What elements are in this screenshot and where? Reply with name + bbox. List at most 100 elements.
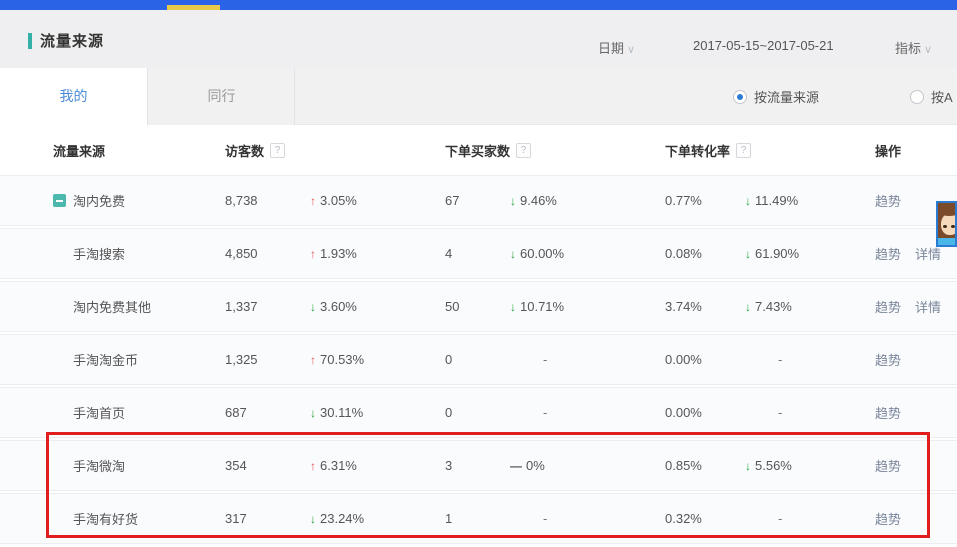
help-icon[interactable]: ? [516,143,531,158]
chevron-down-icon: ∨ [924,44,932,56]
visitors-change: ↑ 1.93% [310,246,445,261]
table-row[interactable]: 淘内免费其他 1,337 ↓3.60% 50 ↓10.71% 3.74% ↓7.… [0,281,957,332]
trend-link[interactable]: 趋势 [875,403,901,422]
source-name: 淘内免费 [73,191,125,210]
table-row[interactable]: 手淘有好货 317 ↓23.24% 1 - 0.32% - 趋势 [0,493,957,544]
arrow-down-icon: ↓ [745,459,751,473]
col-header-actions: 操作 [875,141,957,160]
trend-link[interactable]: 趋势 [875,509,901,528]
conversion-change: - [745,511,875,526]
customer-service-avatar[interactable] [936,201,957,247]
trend-link[interactable]: 趋势 [875,456,901,475]
visitors-value: 317 [225,511,310,526]
actions-cell: 趋势详情 [875,297,957,316]
view-mode-radio-group: 按流量来源 按A [0,68,957,125]
arrow-down-icon: ↓ [510,300,516,314]
conversion-change: ↓ 11.49% [745,193,875,208]
table-body: 淘内免费 8,738 ↑3.05% 67 ↓9.46% 0.77% ↓11.49… [0,175,957,544]
change-value: 3.05% [320,193,357,208]
source-name: 手淘微淘 [73,456,125,475]
trend-link[interactable]: 趋势 [875,244,901,263]
top-nav-bar [0,0,957,10]
actions-cell: 趋势 [875,456,957,475]
help-icon[interactable]: ? [270,143,285,158]
table-row[interactable]: 手淘淘金币 1,325 ↑70.53% 0 - 0.00% - 趋势 [0,334,957,385]
collapse-toggle-icon[interactable] [53,194,66,207]
buyers-change: ↓60.00% [510,246,665,261]
tab-bar: 我的 同行 按流量来源 按A [0,68,957,125]
visitors-value: 687 [225,405,310,420]
conversion-value: 0.32% [665,511,745,526]
help-icon[interactable]: ? [736,143,751,158]
trend-link[interactable]: 趋势 [875,191,901,210]
source-name: 淘内免费其他 [73,297,151,316]
arrow-down-icon: ↓ [745,247,751,261]
conversion-change: ↓ 61.90% [745,246,875,261]
source-name-cell: 手淘有好货 [0,509,225,528]
arrow-down-icon: ↓ [310,512,316,526]
conversion-value: 3.74% [665,299,745,314]
visitors-change: ↑70.53% [310,352,445,367]
detail-link[interactable]: 详情 [915,297,941,316]
conversion-value: 0.00% [665,352,745,367]
change-value: 11.49% [755,193,798,208]
table-row[interactable]: 手淘微淘 354 ↑6.31% 3 —0% 0.85% ↓5.56% 趋势 [0,440,957,491]
page-title: 流量来源 [40,30,104,51]
source-name-cell: 手淘首页 [0,403,225,422]
source-name-cell: 淘内免费 [0,191,225,210]
trend-link[interactable]: 趋势 [875,350,901,369]
arrow-up-icon: ↑ [310,459,316,473]
buyers-change: ↓9.46% [510,193,665,208]
conversion-change: - [745,405,875,420]
table-row[interactable]: 手淘首页 687 ↓30.11% 0 - 0.00% - 趋势 [0,387,957,438]
flat-dash-icon: — [510,459,522,473]
source-name: 手淘首页 [73,403,125,422]
buyers-change: - [510,511,665,526]
conversion-change: ↓7.43% [745,299,875,314]
conversion-change: ↓ 5.56% [745,458,875,473]
title-accent-bar [28,33,32,49]
conversion-value: 0.85% [665,458,745,473]
radio-unselected-icon [910,90,924,104]
actions-cell: 趋势 [875,403,957,422]
conversion-value: 0.08% [665,246,745,261]
date-dropdown[interactable]: 日期∨ [598,38,635,57]
radio-by-a[interactable]: 按A [910,87,953,106]
buyers-value: 3 [445,458,510,473]
metric-dropdown[interactable]: 指标∨ [895,38,932,57]
trend-link[interactable]: 趋势 [875,297,901,316]
change-value: 61.90% [755,246,799,261]
change-value: 60.00% [520,246,564,261]
source-name-cell: 手淘搜索 [0,244,225,263]
col-header-visitors: 访客数? [225,141,445,160]
visitors-change: ↑ 3.05% [310,193,445,208]
col-header-conversion: 下单转化率? [665,141,875,160]
table-row[interactable]: 手淘搜索 4,850 ↑1.93% 4 ↓60.00% 0.08% ↓61.90… [0,228,957,279]
radio-by-traffic-source[interactable]: 按流量来源 [733,87,819,106]
change-value: 10.71% [520,299,564,314]
change-value: 5.56% [755,458,792,473]
buyers-value: 4 [445,246,510,261]
buyers-change: ↓ 10.71% [510,299,665,314]
source-name: 手淘淘金币 [73,350,138,369]
table-row[interactable]: 淘内免费 8,738 ↑3.05% 67 ↓9.46% 0.77% ↓11.49… [0,175,957,226]
conversion-value: 0.00% [665,405,745,420]
arrow-up-icon: ↑ [310,247,316,261]
buyers-value: 1 [445,511,510,526]
buyers-value: 0 [445,405,510,420]
chevron-down-icon: ∨ [627,44,635,56]
change-value: 1.93% [320,246,357,261]
arrow-up-icon: ↑ [310,194,316,208]
source-name-cell: 淘内免费其他 [0,297,225,316]
page: 流量来源 日期∨ 2017-05-15~2017-05-21 指标∨ 我的 同行… [0,0,957,547]
change-value: 9.46% [520,193,557,208]
buyers-value: 50 [445,299,510,314]
arrow-down-icon: ↓ [745,194,751,208]
buyers-value: 67 [445,193,510,208]
arrow-up-icon: ↑ [310,353,316,367]
buyers-value: 0 [445,352,510,367]
source-name: 手淘搜索 [73,244,125,263]
arrow-down-icon: ↓ [745,300,751,314]
source-name-cell: 手淘微淘 [0,456,225,475]
source-name-cell: 手淘淘金币 [0,350,225,369]
